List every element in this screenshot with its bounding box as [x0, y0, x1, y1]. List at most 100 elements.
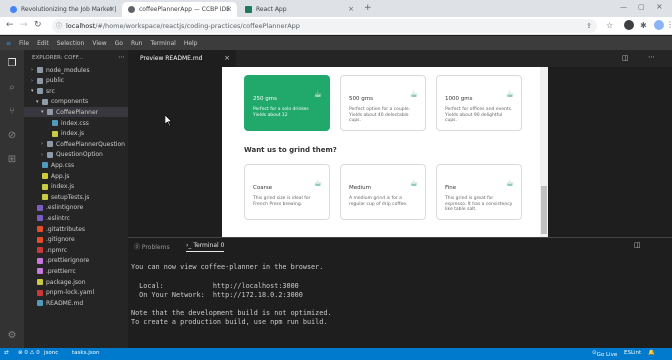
new-tab-button[interactable]: +: [364, 3, 372, 13]
menu-go[interactable]: Go: [115, 40, 123, 47]
preview-scrollbar-thumb[interactable]: [541, 186, 547, 234]
extension-icon[interactable]: [624, 20, 634, 30]
browser-tab[interactable]: React App ×: [239, 2, 359, 17]
back-icon[interactable]: ←: [6, 20, 14, 30]
window-close-icon[interactable]: ×: [656, 2, 663, 11]
browser-tab[interactable]: Revolutionizing the Job Market | ×: [4, 2, 120, 17]
tree-folder[interactable]: › QuestionOption: [24, 150, 128, 160]
extensions-puzzle-icon[interactable]: ✱: [640, 21, 647, 30]
file-icon: [37, 215, 43, 222]
debug-icon[interactable]: ⊘: [6, 130, 18, 142]
maximize-panel-icon[interactable]: ◫: [634, 241, 641, 249]
split-editor-icon[interactable]: ◫: [622, 54, 629, 62]
menu-toggle-icon[interactable]: ≡: [6, 40, 11, 47]
status-language[interactable]: jsonc: [44, 350, 58, 356]
minimize-icon[interactable]: —: [620, 3, 627, 11]
tree-file[interactable]: App.js: [24, 171, 128, 181]
quantity-option-card[interactable]: 500 gms Perfect option for a couple. Yiel…: [340, 75, 426, 131]
tree-file[interactable]: .gitattributes: [24, 224, 128, 234]
profile-avatar[interactable]: [654, 20, 664, 30]
file-icon: [52, 130, 58, 137]
tree-folder[interactable]: › public: [24, 76, 128, 86]
status-bar: ⇄ ⊗ 0 ⚠ 0 jsonc tasks.json ⊙ Go Live ESL…: [0, 348, 672, 360]
tab-terminal[interactable]: ›_ Terminal 0: [186, 242, 225, 252]
menu-selection[interactable]: Selection: [57, 40, 85, 47]
grind-option-card[interactable]: Coarse This grind size is ideal for Frenc…: [244, 164, 330, 220]
file-icon: [42, 194, 48, 201]
close-tab-icon[interactable]: ×: [226, 5, 232, 13]
menu-help[interactable]: Help: [184, 40, 198, 47]
tree-folder[interactable]: › CoffeePlannerQuestion: [24, 139, 128, 149]
status-file[interactable]: tasks.json: [72, 350, 99, 356]
extensions-icon[interactable]: ⊞: [6, 154, 18, 166]
tree-item-label: CoffeePlanner: [56, 108, 99, 116]
explorer-files-icon[interactable]: ❐: [6, 58, 18, 70]
tree-file[interactable]: .eslintrc: [24, 213, 128, 223]
editor-tab-preview[interactable]: Preview README.md ×: [128, 50, 236, 67]
tree-file[interactable]: .npmrc: [24, 245, 128, 255]
card-description: This grind is great for espresso. It has…: [445, 196, 513, 212]
tree-item-label: index.css: [61, 119, 89, 127]
bookmark-star-icon[interactable]: ☆: [606, 21, 613, 30]
forward-icon[interactable]: →: [20, 20, 28, 30]
tree-file[interactable]: App.css: [24, 160, 128, 170]
grind-option-card[interactable]: Fine This grind is great for espresso. It…: [436, 164, 522, 220]
search-icon[interactable]: ⌕: [6, 82, 18, 94]
tree-file[interactable]: .gitignore: [24, 235, 128, 245]
status-eslint[interactable]: ESLint: [624, 350, 641, 356]
browser-menu-icon[interactable]: ⋮: [666, 20, 672, 29]
maximize-icon[interactable]: ▢: [638, 3, 645, 11]
quantity-option-card[interactable]: 250 gms Perfect for a solo drinker. Yield…: [244, 75, 330, 131]
more-actions-icon[interactable]: ⋯: [118, 53, 125, 61]
source-control-icon[interactable]: ⑂: [6, 106, 18, 118]
close-tab-icon[interactable]: ×: [109, 5, 115, 13]
file-icon: [37, 279, 43, 285]
reload-icon[interactable]: ↻: [34, 20, 42, 30]
tree-file[interactable]: pnpm-lock.yaml: [24, 288, 128, 298]
tree-file[interactable]: package.json: [24, 277, 128, 287]
card-description: Perfect option for a couple. Yields abou…: [349, 107, 411, 123]
tree-file[interactable]: index.css: [24, 118, 128, 128]
coffee-cup-icon: ☕: [409, 90, 418, 100]
settings-gear-icon[interactable]: ⚙: [6, 330, 18, 342]
menu-file[interactable]: File: [19, 40, 29, 47]
tab-favicon-icon: [128, 6, 135, 13]
close-tab-icon[interactable]: ×: [348, 5, 354, 13]
tree-folder[interactable]: › node_modules: [24, 65, 128, 75]
info-icon[interactable]: ⓘ: [56, 21, 62, 30]
quantity-option-card[interactable]: 1000 gms Perfect for offices and events. …: [436, 75, 522, 131]
card-title: 250 gms: [253, 96, 277, 102]
go-live-button[interactable]: ⊙ Go Live: [592, 350, 617, 358]
menu-terminal[interactable]: Terminal: [150, 40, 175, 47]
tree-folder[interactable]: ▾ CoffeePlanner: [24, 107, 128, 118]
tree-folder[interactable]: ▾ components: [24, 97, 128, 107]
tree-file[interactable]: .eslintignore: [24, 203, 128, 213]
menu-edit[interactable]: Edit: [37, 40, 49, 47]
menu-run[interactable]: Run: [131, 40, 143, 47]
tree-item-label: node_modules: [46, 66, 90, 74]
folder-icon: [37, 88, 43, 95]
notification-bell-icon[interactable]: 🔔: [648, 350, 655, 356]
tree-file[interactable]: .prettierrc: [24, 266, 128, 276]
tree-file[interactable]: setupTests.js: [24, 192, 128, 202]
tree-folder[interactable]: ▾ src: [24, 86, 128, 96]
file-icon: [42, 162, 48, 169]
tree-file[interactable]: index.js: [24, 129, 128, 139]
tree-file[interactable]: .prettierignore: [24, 256, 128, 266]
grind-option-card[interactable]: Medium A medium grind is for a regular cu…: [340, 164, 426, 220]
status-problems[interactable]: ⊗ 0 ⚠ 0: [18, 350, 40, 356]
browser-tab-active[interactable]: coffeePlannerApp — CCBP IDE ×: [122, 2, 237, 17]
coffee-cup-icon: ☕: [313, 179, 322, 189]
close-editor-icon[interactable]: ×: [224, 54, 230, 62]
tab-problems[interactable]: ⓪ Problems: [134, 242, 170, 251]
file-icon: [42, 183, 48, 190]
menu-view[interactable]: View: [92, 40, 106, 47]
coffee-cup-icon: ☕: [313, 90, 322, 100]
editor-more-icon[interactable]: ⋯: [648, 53, 655, 61]
share-icon[interactable]: ⇪: [586, 22, 592, 30]
url-field[interactable]: ⓘ localhost/#/home/workspace/reactjs/cod…: [52, 19, 597, 33]
tree-file[interactable]: index.js: [24, 182, 128, 192]
folder-icon: [47, 109, 53, 116]
tree-file[interactable]: README.md: [24, 298, 128, 308]
remote-icon[interactable]: ⇄: [4, 350, 9, 356]
